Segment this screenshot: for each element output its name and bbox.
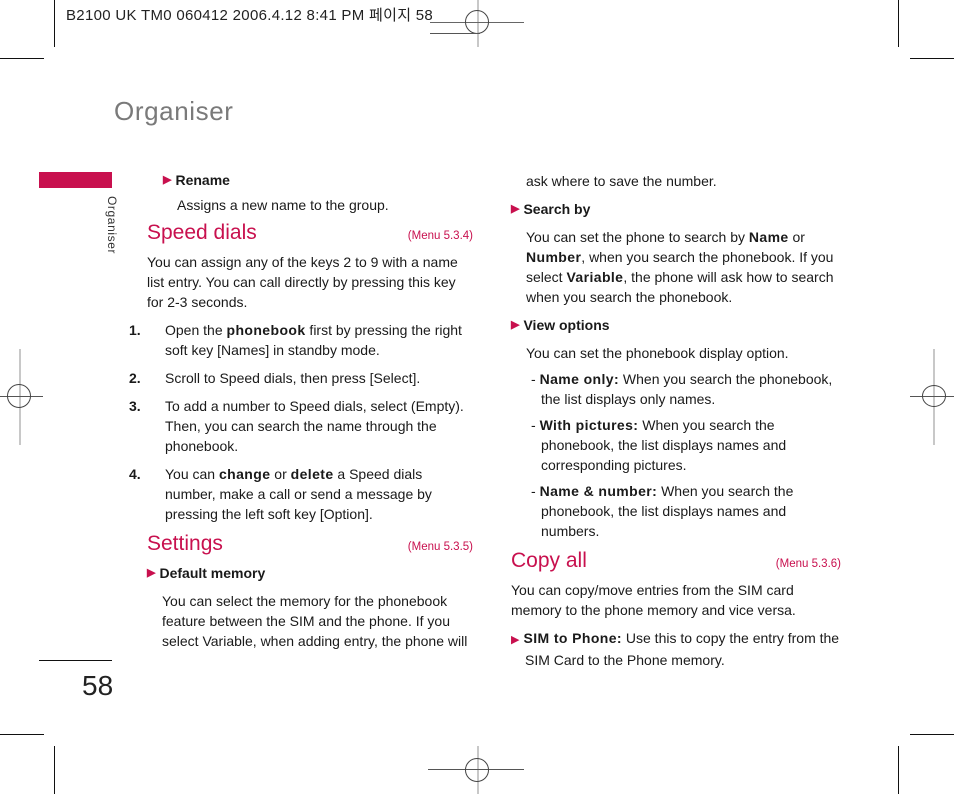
step-4: 4. You can change or delete a Speed dials… [129,464,473,524]
step-number: 3. [129,398,141,414]
page-number: 58 [82,670,114,701]
registration-circle-icon [465,758,489,782]
crop-mark [898,746,899,794]
step-text: You can [165,466,219,482]
right-column: ask where to save the number. ▶ Search b… [511,171,841,670]
settings-title: Settings (Menu 5.3.5) [147,532,473,557]
crop-mark [898,0,899,47]
settings-menu-ref: (Menu 5.3.5) [407,541,473,553]
search-by-label: Search by [523,201,591,217]
step-2: 2. Scroll to Speed dials, then press [Sel… [129,368,473,388]
view-options-intro: You can set the phonebook display option… [526,345,789,361]
keyword: phonebook [226,322,306,338]
copy-all-title-label: Copy all [511,549,587,572]
step-number: 2. [129,370,141,386]
crop-mark [910,734,954,735]
step-text: To add a number to Speed dials, select (… [165,398,464,454]
registration-circle-icon [465,10,489,34]
side-tab-label: Organiser [105,196,119,255]
registration-circle-icon [922,385,946,407]
speed-dials-intro: You can assign any of the keys 2 to 9 wi… [147,254,458,310]
view-option-item: - Name & number: When you search the pho… [531,483,794,539]
body-text: You can set the phone to search by [526,229,749,245]
crop-mark [0,734,44,735]
step-number: 1. [129,322,141,338]
sim-to-phone-item: ▶ SIM to Phone: Use this to copy the entr… [511,628,841,670]
triangle-bullet-icon: ▶ [511,634,520,646]
view-option-item: - With pictures: When you search the pho… [531,417,787,473]
triangle-bullet-icon: ▶ [147,567,156,579]
side-tab-bar [39,172,112,188]
settings-title-label: Settings [147,532,223,555]
crop-mark [0,58,44,59]
copy-all-intro: You can copy/move entries from the SIM c… [511,582,796,618]
keyword: change [218,466,271,482]
crop-mark [54,0,55,47]
triangle-bullet-icon: ▶ [511,319,520,331]
body-text: or [788,229,805,245]
keyword: Variable [566,269,624,285]
step-text: Open the [165,322,227,338]
option-label: Name & number: [539,483,658,499]
chapter-title: Organiser [114,96,234,126]
step-3: 3. To add a number to Speed dials, select… [129,396,473,456]
search-by-text: You can set the phone to search by Name … [526,227,841,307]
crop-mark [54,746,55,794]
left-column: ▶ Rename Assigns a new name to the group… [129,170,473,651]
crop-mark [910,58,954,59]
option-label: SIM to Phone: [523,630,622,646]
registration-circle-icon [7,384,31,408]
continued-text: ask where to save the number. [526,173,717,189]
view-options-label: View options [523,317,610,333]
option-label: Name only: [539,371,620,387]
copy-all-menu-ref: (Menu 5.3.6) [775,558,841,570]
keyword: Number [526,249,582,265]
print-header: B2100 UK TM0 060412 2006.4.12 8:41 PM 페이… [66,7,434,24]
rename-text: Assigns a new name to the group. [177,197,389,213]
speed-dials-title-label: Speed dials [147,221,257,244]
keyword: Name [748,229,789,245]
speed-dials-menu-ref: (Menu 5.3.4) [407,230,473,242]
header-underline [430,33,480,34]
default-memory-label: Default memory [159,565,266,581]
page-number-rule [39,660,112,661]
default-memory-heading: ▶ Default memory [147,563,473,583]
rename-heading: ▶ Rename [163,170,473,190]
step-text: or [270,466,291,482]
keyword: delete [290,466,334,482]
triangle-bullet-icon: ▶ [163,174,172,186]
option-label: With pictures: [539,417,639,433]
step-text: Scroll to Speed dials, then press [Selec… [165,370,421,386]
default-memory-text: You can select the memory for the phoneb… [162,593,468,649]
triangle-bullet-icon: ▶ [511,203,520,215]
view-options-heading: ▶ View options [511,315,841,335]
speed-dials-title: Speed dials (Menu 5.3.4) [147,221,473,246]
view-option-item: - Name only: When you search the phonebo… [531,371,833,407]
rename-heading-label: Rename [175,172,230,188]
copy-all-title: Copy all (Menu 5.3.6) [511,549,841,574]
step-number: 4. [129,466,141,482]
step-1: 1. Open the phonebook first by pressing t… [129,320,473,360]
search-by-heading: ▶ Search by [511,199,841,219]
